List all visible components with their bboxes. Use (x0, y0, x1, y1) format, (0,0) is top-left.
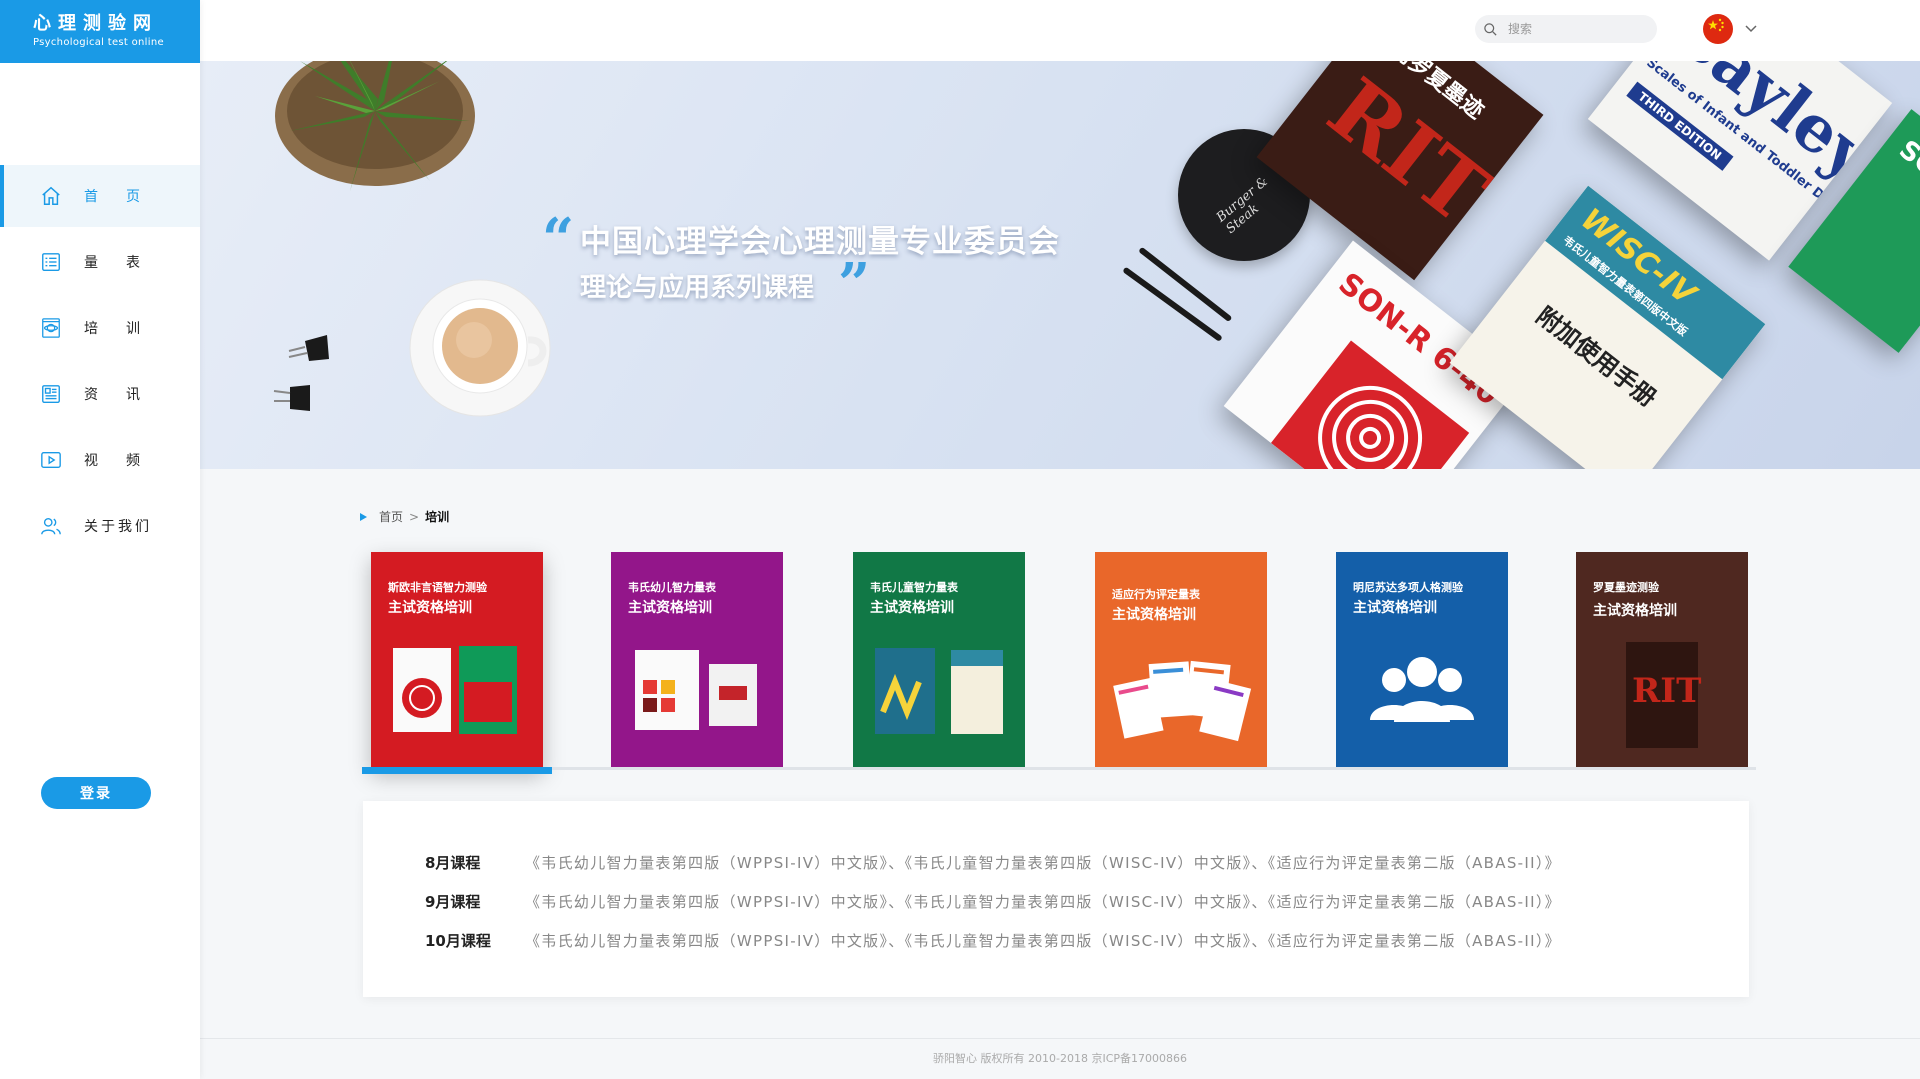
quote-close: ” (838, 251, 871, 317)
nav-item-about[interactable]: 关于我们 (0, 495, 200, 557)
logo-title: 心理测验网 (33, 13, 158, 34)
banner-title-line2: 理论与应用系列课程 (580, 273, 815, 303)
svg-text:RIT: RIT (1632, 671, 1701, 711)
breadcrumb: 首页 > 培训 (360, 508, 449, 525)
binder-clip-decoration (288, 335, 329, 361)
list-icon (42, 253, 60, 271)
nav-label: 量表 (84, 255, 168, 271)
hero-banner[interactable]: “ 中国心理学会心理测量专业委员会 理论与应用系列课程 ” Burger & S… (200, 61, 1920, 469)
card-subtitle: 主试资格培训 (628, 600, 712, 616)
coffee-cup-decoration (409, 279, 551, 417)
main-nav: 首页 量表 培训 资讯 视频 关于我们 (0, 165, 200, 561)
course-row[interactable]: 10月课程 《韦氏幼儿智力量表第四版（WPPSI-IV）中文版》、《韦氏儿童智力… (363, 921, 1749, 960)
training-cards: 斯欧非言语智力测验 主试资格培训 韦氏幼儿智力量表 主试资格培训 韦氏儿童智力量… (362, 552, 1762, 776)
card-title: 罗夏墨迹测验 (1593, 581, 1659, 594)
training-card-mmpi[interactable]: 明尼苏达多项人格测验 主试资格培训 (1336, 552, 1508, 768)
nav-item-video[interactable]: 视频 (0, 429, 200, 491)
users-group-icon (1370, 657, 1474, 722)
card-books-image: RIT (1626, 642, 1701, 748)
video-icon (41, 451, 61, 469)
carousel-active-indicator (362, 767, 552, 774)
card-subtitle: 主试资格培训 (1353, 600, 1437, 616)
book-wisc: WISC-IV 韦氏儿童智力量表第四版中文版 附加使用手册 (1449, 185, 1766, 469)
course-schedule: 8月课程 《韦氏幼儿智力量表第四版（WPPSI-IV）中文版》、《韦氏儿童智力量… (363, 801, 1749, 997)
language-selector[interactable] (1703, 14, 1757, 44)
breadcrumb-separator: > (409, 509, 420, 524)
book-sonr-title: SON-R (1893, 134, 1920, 216)
training-card-rorschach[interactable]: 罗夏墨迹测验 主试资格培训 RIT (1576, 552, 1748, 768)
top-bar (200, 0, 1920, 61)
search-icon (1484, 22, 1497, 36)
users-icon (41, 517, 61, 535)
card-title: 适应行为评定量表 (1112, 588, 1200, 601)
course-row[interactable]: 8月课程 《韦氏幼儿智力量表第四版（WPPSI-IV）中文版》、《韦氏儿童智力量… (363, 843, 1749, 882)
carousel-track (362, 767, 1756, 770)
breadcrumb-home[interactable]: 首页 (379, 508, 403, 525)
logo[interactable]: 心理测验网 Psychological test online (0, 0, 200, 63)
china-flag-icon (1703, 14, 1733, 44)
nav-label: 培训 (84, 321, 168, 337)
login-button[interactable]: 登录 (41, 777, 151, 809)
card-books-image (875, 648, 1003, 734)
course-list: 《韦氏幼儿智力量表第四版（WPPSI-IV）中文版》、《韦氏儿童智力量表第四版（… (525, 932, 1561, 950)
nav-item-training[interactable]: 培训 (0, 297, 200, 359)
course-list: 《韦氏幼儿智力量表第四版（WPPSI-IV）中文版》、《韦氏儿童智力量表第四版（… (525, 854, 1561, 872)
nav-item-scales[interactable]: 量表 (0, 231, 200, 293)
card-subtitle: 主试资格培训 (870, 600, 954, 616)
banner-title-line1: 中国心理学会心理测量专业委员会 (580, 224, 1060, 260)
card-forms-image (1113, 660, 1252, 742)
card-title: 明尼苏达多项人格测验 (1353, 581, 1463, 594)
book-rorschach: 实用罗夏墨迹 RIT (1256, 61, 1544, 281)
sidebar: 心理测验网 Psychological test online 首页 量表 培训… (0, 0, 200, 1079)
course-month: 9月课程 (425, 893, 481, 911)
course-row[interactable]: 9月课程 《韦氏幼儿智力量表第四版（WPPSI-IV）中文版》、《韦氏儿童智力量… (363, 882, 1749, 921)
binder-clip-decoration (273, 385, 310, 411)
training-icon (42, 318, 60, 338)
card-title: 斯欧非言语智力测验 (388, 581, 487, 594)
card-subtitle: 主试资格培训 (1593, 603, 1677, 619)
footer-divider (200, 1038, 1920, 1039)
news-icon (42, 385, 60, 403)
training-card-sonr[interactable]: 斯欧非言语智力测验 主试资格培训 (371, 552, 543, 768)
home-icon (42, 186, 60, 205)
nav-label: 首页 (84, 189, 168, 205)
training-card-wppsi[interactable]: 韦氏幼儿智力量表 主试资格培训 (611, 552, 783, 768)
training-card-abas[interactable]: 适应行为评定量表 主试资格培训 (1095, 552, 1267, 768)
course-month: 10月课程 (425, 932, 491, 950)
training-card-wisc[interactable]: 韦氏儿童智力量表 主试资格培训 (853, 552, 1025, 768)
card-subtitle: 主试资格培训 (1112, 607, 1196, 623)
nav-label: 视频 (84, 453, 168, 469)
quote-open: “ (542, 206, 575, 272)
course-month: 8月课程 (425, 854, 481, 872)
nav-item-home[interactable]: 首页 (0, 165, 200, 227)
course-list: 《韦氏幼儿智力量表第四版（WPPSI-IV）中文版》、《韦氏儿童智力量表第四版（… (525, 893, 1561, 911)
nav-item-news[interactable]: 资讯 (0, 363, 200, 425)
breadcrumb-arrow-icon (360, 512, 367, 521)
card-title: 韦氏幼儿智力量表 (628, 581, 716, 594)
card-books-image (393, 646, 517, 734)
card-subtitle: 主试资格培训 (388, 600, 472, 616)
chevron-down-icon (1745, 25, 1757, 33)
card-books-image (635, 650, 757, 730)
banner-title: 中国心理学会心理测量专业委员会 理论与应用系列课程 (580, 216, 1060, 304)
footer-copyright: 骄阳智心 版权所有 2010-2018 京ICP备17000866 (933, 1052, 1187, 1065)
logo-subtitle: Psychological test online (33, 37, 164, 48)
breadcrumb-current: 培训 (425, 510, 450, 524)
nav-label: 资讯 (84, 387, 168, 403)
card-title: 韦氏儿童智力量表 (870, 581, 958, 594)
nav-label: 关于我们 (84, 519, 152, 535)
search-box[interactable] (1475, 15, 1657, 43)
plant-decoration (275, 61, 475, 191)
search-input[interactable] (1508, 22, 1638, 36)
